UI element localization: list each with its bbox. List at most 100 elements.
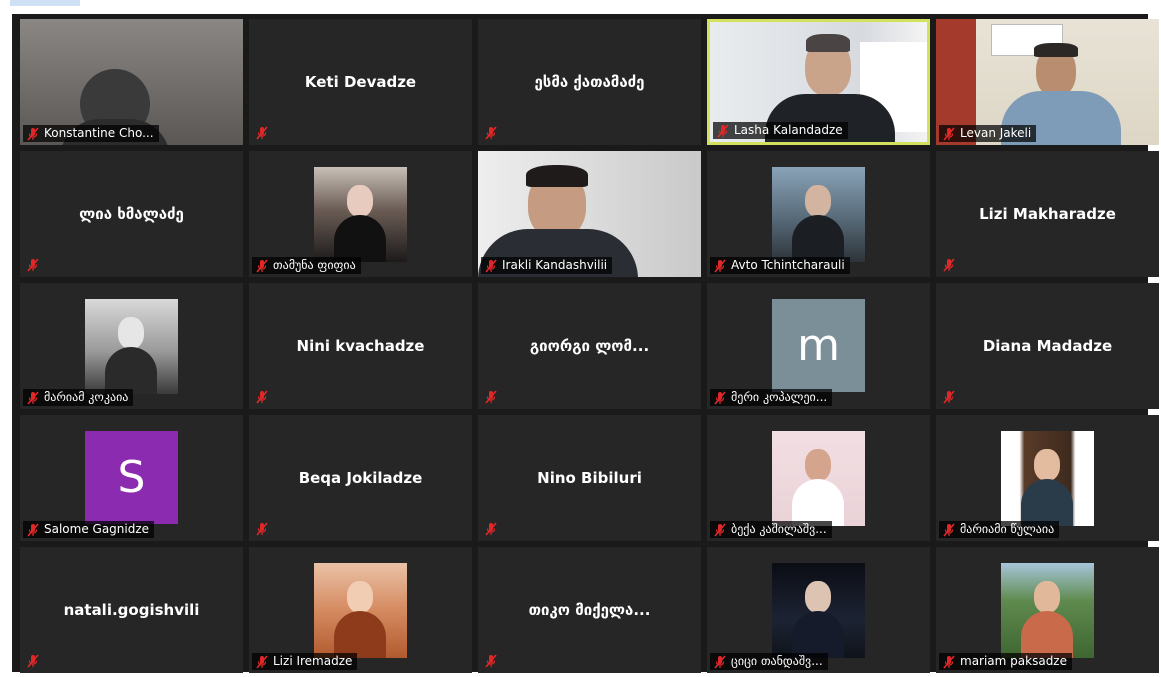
participant-profile-photo bbox=[1001, 563, 1094, 658]
participant-name: მერი კოპალეი... bbox=[731, 390, 828, 404]
participant-name-label: Irakli Kandashvilii bbox=[481, 257, 613, 274]
participant-profile-photo bbox=[85, 299, 178, 394]
participant-name: mariam paksadze bbox=[960, 654, 1067, 668]
muted-mic-icon bbox=[713, 654, 727, 669]
muted-mic-icon bbox=[26, 653, 40, 668]
participant-name: Lasha Kalandadze bbox=[734, 123, 843, 137]
participant-tile[interactable]: Diana Madadze bbox=[936, 283, 1159, 409]
participant-display-name: Nini kvachadze bbox=[296, 337, 425, 355]
participant-tile[interactable]: Nino Bibiluri bbox=[478, 415, 701, 541]
participant-tile[interactable]: Lizi Iremadze bbox=[249, 547, 472, 673]
participant-name-label: ციცი თანდაშვ... bbox=[710, 653, 828, 670]
participant-display-name: ესმა ქათამაძე bbox=[534, 73, 645, 91]
muted-mic-icon bbox=[484, 389, 498, 404]
participant-display-name: Nino Bibiluri bbox=[537, 469, 642, 487]
participant-name: Konstantine Cho... bbox=[44, 126, 154, 140]
participant-tile[interactable]: Keti Devadze bbox=[249, 19, 472, 145]
participant-name-label: Levan Jakeli bbox=[939, 125, 1037, 142]
participant-tile[interactable]: მარიამი წულაია bbox=[936, 415, 1159, 541]
participant-name: მარიამ კოკაია bbox=[44, 390, 129, 404]
participant-tile[interactable]: Konstantine Cho... bbox=[20, 19, 243, 145]
participant-tile[interactable]: m მერი კოპალეი... bbox=[707, 283, 930, 409]
participant-name-label: მარიამი წულაია bbox=[939, 521, 1060, 538]
participant-tile[interactable]: გიორგი ლომ... bbox=[478, 283, 701, 409]
participant-name-label: Konstantine Cho... bbox=[23, 125, 159, 142]
participant-name: Salome Gagnidze bbox=[44, 522, 150, 536]
participant-tile[interactable]: Avto Tchintcharauli bbox=[707, 151, 930, 277]
gallery-view: Konstantine Cho... Keti Devadze ესმა ქათამ… bbox=[12, 14, 1159, 673]
muted-mic-icon bbox=[713, 390, 727, 405]
participant-name: მარიამი წულაია bbox=[960, 522, 1055, 536]
participant-name-label: თამუნა ფიფია bbox=[252, 257, 361, 274]
muted-mic-icon bbox=[716, 123, 730, 138]
muted-mic-icon bbox=[255, 654, 269, 669]
participant-tile[interactable]: Nini kvachadze bbox=[249, 283, 472, 409]
participant-profile-photo bbox=[314, 563, 407, 658]
participant-name-label: Lizi Iremadze bbox=[252, 653, 358, 670]
participant-display-name: თიკო მიქელა... bbox=[528, 601, 651, 619]
muted-mic-icon bbox=[484, 521, 498, 536]
participant-tile[interactable]: ციცი თანდაშვ... bbox=[707, 547, 930, 673]
muted-mic-icon bbox=[255, 389, 269, 404]
participant-name: Irakli Kandashvilii bbox=[502, 258, 608, 272]
muted-mic-icon bbox=[26, 522, 40, 537]
participant-profile-photo bbox=[772, 431, 865, 526]
participant-name: Avto Tchintcharauli bbox=[731, 258, 845, 272]
participant-tile[interactable]: Beqa Jokiladze bbox=[249, 415, 472, 541]
participant-profile-photo bbox=[772, 167, 865, 262]
muted-mic-icon bbox=[255, 521, 269, 536]
participant-tile[interactable]: Irakli Kandashvilii bbox=[478, 151, 701, 277]
participant-display-name: Beqa Jokiladze bbox=[298, 469, 423, 487]
participant-tile[interactable]: Lizi Makharadze bbox=[936, 151, 1159, 277]
muted-mic-icon bbox=[26, 257, 40, 272]
muted-mic-icon bbox=[942, 654, 956, 669]
participant-tile[interactable]: natali.gogishvili bbox=[20, 547, 243, 673]
muted-mic-icon bbox=[713, 522, 727, 537]
participant-tile[interactable]: S Salome Gagnidze bbox=[20, 415, 243, 541]
participant-name-label: Lasha Kalandadze bbox=[713, 122, 848, 139]
participant-display-name: Lizi Makharadze bbox=[979, 205, 1116, 223]
participant-tile[interactable]: Levan Jakeli bbox=[936, 19, 1159, 145]
muted-mic-icon bbox=[255, 258, 269, 273]
participant-avatar: m bbox=[772, 299, 865, 392]
participant-tile[interactable]: ლია ხმალაძე bbox=[20, 151, 243, 277]
muted-mic-icon bbox=[484, 125, 498, 140]
participant-avatar: S bbox=[85, 431, 178, 524]
participant-name-label: მარიამ კოკაია bbox=[23, 389, 134, 406]
participant-profile-photo bbox=[1001, 431, 1094, 526]
participant-tile[interactable]: Lasha Kalandadze bbox=[707, 19, 930, 145]
participant-tile[interactable]: mariam paksadze bbox=[936, 547, 1159, 673]
watermark bbox=[10, 0, 80, 6]
muted-mic-icon bbox=[942, 522, 956, 537]
participant-tile[interactable]: თამუნა ფიფია bbox=[249, 151, 472, 277]
participant-display-name: ლია ხმალაძე bbox=[79, 205, 184, 223]
muted-mic-icon bbox=[713, 258, 727, 273]
muted-mic-icon bbox=[484, 258, 498, 273]
muted-mic-icon bbox=[942, 389, 956, 404]
participant-display-name: Diana Madadze bbox=[982, 337, 1113, 355]
participant-tile[interactable]: მარიამ კოკაია bbox=[20, 283, 243, 409]
participant-name-label: mariam paksadze bbox=[939, 653, 1072, 670]
meeting-window: Konstantine Cho... Keti Devadze ესმა ქათამ… bbox=[0, 0, 1161, 677]
participant-display-name: გიორგი ლომ... bbox=[529, 337, 650, 355]
participant-tile[interactable]: ბექა კაშილაშვ... bbox=[707, 415, 930, 541]
muted-mic-icon bbox=[26, 126, 40, 141]
participant-profile-photo bbox=[314, 167, 407, 262]
participant-tile[interactable]: ესმა ქათამაძე bbox=[478, 19, 701, 145]
muted-mic-icon bbox=[255, 125, 269, 140]
participant-name-label: Avto Tchintcharauli bbox=[710, 257, 850, 274]
muted-mic-icon bbox=[26, 390, 40, 405]
participant-name: Lizi Iremadze bbox=[273, 654, 353, 668]
participant-name-label: Salome Gagnidze bbox=[23, 521, 155, 538]
participant-display-name: Keti Devadze bbox=[304, 73, 417, 91]
muted-mic-icon bbox=[942, 257, 956, 272]
participant-name-label: ბექა კაშილაშვ... bbox=[710, 521, 832, 538]
participant-name: ციცი თანდაშვ... bbox=[731, 654, 823, 668]
participant-name-label: მერი კოპალეი... bbox=[710, 389, 833, 406]
muted-mic-icon bbox=[942, 126, 956, 141]
muted-mic-icon bbox=[484, 653, 498, 668]
participant-name: ბექა კაშილაშვ... bbox=[731, 522, 827, 536]
participant-display-name: natali.gogishvili bbox=[63, 601, 200, 619]
participant-profile-photo bbox=[772, 563, 865, 658]
participant-tile[interactable]: თიკო მიქელა... bbox=[478, 547, 701, 673]
